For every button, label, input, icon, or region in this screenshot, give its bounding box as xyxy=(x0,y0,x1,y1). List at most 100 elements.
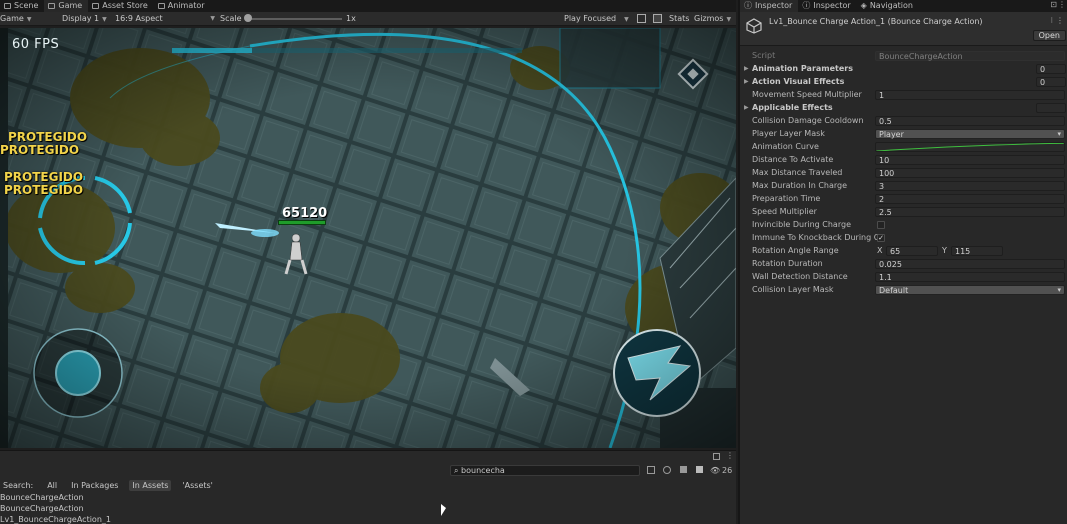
scope-in-packages[interactable]: In Packages xyxy=(68,480,121,491)
caret-right-icon[interactable]: ▶ xyxy=(744,102,749,114)
field-label: Movement Speed Multiplier xyxy=(752,90,862,99)
game-toolbar: Game ▼ Display 1 ▼ 16:9 Aspect ▼ Scale 1x P… xyxy=(0,12,736,26)
field-immune-to-knockback: Immune To Knockback During C ✓ xyxy=(740,232,1067,244)
search-scope-bar: Search: All In Packages In Assets 'Asset… xyxy=(0,480,216,491)
field-label: Animation Curve xyxy=(752,142,819,151)
tab-label: Game xyxy=(58,1,83,10)
open-button[interactable]: Open xyxy=(1032,30,1066,41)
number-input[interactable]: 0.5 xyxy=(875,116,1065,126)
curve-field[interactable] xyxy=(875,142,1065,152)
curve-preview xyxy=(876,143,1064,151)
scope-assets-folder[interactable]: 'Assets' xyxy=(179,480,215,491)
vignette xyxy=(0,28,736,448)
checkbox-checked[interactable]: ✓ xyxy=(877,234,885,242)
caret-right-icon[interactable]: ▶ xyxy=(744,63,749,75)
damage-number: 65120 xyxy=(282,206,328,221)
aspect-dropdown[interactable]: 16:9 Aspect ▼ xyxy=(115,13,215,24)
game-view[interactable]: 60 FPS PROTEGIDO PROTEGIDO PROTEGIDO PRO… xyxy=(0,28,736,448)
protected-label: PROTEGIDO xyxy=(4,170,84,184)
tab-label: Navigation xyxy=(869,1,913,10)
number-input[interactable]: 2.5 xyxy=(875,207,1065,217)
filter-by-type-icon[interactable] xyxy=(647,466,655,474)
caret-right-icon[interactable]: ▶ xyxy=(744,76,749,88)
project-search-input[interactable]: ⌕ bouncecha xyxy=(450,465,640,476)
display-dropdown[interactable]: Display 1 ▼ xyxy=(62,13,107,24)
tab-inspector-2[interactable]: ⓘ Inspector xyxy=(798,0,856,12)
search-result[interactable]: Lv1_BounceChargeAction_1 xyxy=(0,514,736,524)
layer-mask-dropdown[interactable]: Player xyxy=(875,129,1065,139)
tab-animator[interactable]: Animator xyxy=(154,0,211,12)
field-applicable-effects[interactable]: ▶ Applicable Effects xyxy=(740,102,1067,114)
scope-all[interactable]: All xyxy=(44,480,60,491)
star-icon[interactable] xyxy=(696,466,703,473)
tab-game[interactable]: Game xyxy=(44,0,89,12)
scale-label: Scale xyxy=(220,14,242,23)
chevron-down-icon: ▼ xyxy=(726,16,732,23)
number-input[interactable]: 2 xyxy=(875,194,1065,204)
tab-inspector[interactable]: ⓘ Inspector xyxy=(740,0,799,12)
number-input[interactable]: 100 xyxy=(875,168,1065,178)
menu-icon[interactable]: ⋮ xyxy=(1058,0,1066,9)
tab-navigation[interactable]: ◈ Navigation xyxy=(857,0,919,12)
search-result[interactable]: BounceChargeAction xyxy=(0,492,736,503)
game-mode-dropdown[interactable]: Game ▼ xyxy=(0,13,31,24)
tab-scene[interactable]: Scene xyxy=(0,0,44,12)
protected-label: PROTEGIDO xyxy=(8,130,88,144)
field-label: Preparation Time xyxy=(752,194,821,203)
scriptable-object-icon xyxy=(746,18,762,34)
checkbox[interactable] xyxy=(877,221,885,229)
menu-icon[interactable]: ⋮ xyxy=(726,451,734,460)
x-label: X xyxy=(877,246,883,255)
gizmos-dropdown[interactable]: Gizmos ▼ xyxy=(694,13,731,24)
lock-icon[interactable]: ⊡ xyxy=(1050,0,1057,9)
mute-audio-icon[interactable] xyxy=(637,14,646,23)
dropdown-value: Display 1 xyxy=(62,14,100,23)
tab-label: Inspector xyxy=(755,1,793,10)
script-reference-field[interactable]: BounceChargeAction xyxy=(875,51,1065,61)
search-result[interactable]: BounceChargeAction xyxy=(0,503,736,514)
mouse-cursor xyxy=(441,504,446,516)
shortcuts-icon[interactable] xyxy=(653,14,662,23)
filter-by-label-icon[interactable] xyxy=(663,466,671,474)
visibility-icon[interactable]: 👁 xyxy=(710,466,720,475)
result-name: BounceChargeAction xyxy=(0,504,84,513)
field-label: Wall Detection Distance xyxy=(752,272,848,281)
field-script: Script BounceChargeAction xyxy=(740,50,1067,62)
help-icon[interactable]: ⁝ xyxy=(1050,16,1053,25)
number-input[interactable]: 0.025 xyxy=(875,259,1065,269)
number-input[interactable]: 1.1 xyxy=(875,272,1065,282)
number-input[interactable]: 10 xyxy=(875,155,1065,165)
array-size-field[interactable]: 0 xyxy=(1036,77,1066,87)
dropdown-value: 16:9 Aspect xyxy=(115,14,163,23)
tag-icon[interactable] xyxy=(680,466,687,473)
scale-slider-handle[interactable] xyxy=(244,14,252,22)
unity-editor: Scene Game Asset Store Animator Game ▼ Di… xyxy=(0,0,1067,524)
scope-in-assets[interactable]: In Assets xyxy=(129,480,172,491)
stats-button[interactable]: Stats xyxy=(669,13,689,24)
field-label: Rotation Angle Range xyxy=(752,246,839,255)
tab-asset-store[interactable]: Asset Store xyxy=(88,0,154,12)
scene-icon xyxy=(4,3,11,9)
field-label: Collision Layer Mask xyxy=(752,285,834,294)
scale-slider[interactable] xyxy=(246,18,342,20)
layer-mask-dropdown[interactable]: Default xyxy=(875,285,1065,295)
field-label: Animation Parameters xyxy=(752,64,854,73)
scale-value: 1x xyxy=(346,14,356,23)
number-input[interactable]: 3 xyxy=(875,181,1065,191)
number-input[interactable]: 1 xyxy=(875,90,1065,100)
tab-label: Asset Store xyxy=(102,1,148,10)
lock-icon[interactable] xyxy=(713,453,720,460)
field-action-visual-effects[interactable]: ▶ Action Visual Effects 0 xyxy=(740,76,1067,88)
array-size-field[interactable] xyxy=(1036,103,1066,113)
field-collision-damage-cooldown: Collision Damage Cooldown 0.5 xyxy=(740,115,1067,127)
array-size-field[interactable]: 0 xyxy=(1036,64,1066,74)
y-input[interactable]: 115 xyxy=(951,246,1003,256)
field-wall-detection-distance: Wall Detection Distance 1.1 xyxy=(740,271,1067,283)
menu-icon[interactable]: ⋮ xyxy=(1056,16,1064,25)
field-animation-parameters[interactable]: ▶ Animation Parameters 0 xyxy=(740,63,1067,75)
play-mode-dropdown[interactable]: Play Focused ▼ xyxy=(564,13,629,24)
x-input[interactable]: 65 xyxy=(886,246,938,256)
tab-label: Inspector xyxy=(813,1,851,10)
field-label: Immune To Knockback During C xyxy=(752,233,880,242)
inspector-tab-bar: ⓘ Inspector ⓘ Inspector ◈ Navigation ⊡ ⋮ xyxy=(740,0,1067,12)
